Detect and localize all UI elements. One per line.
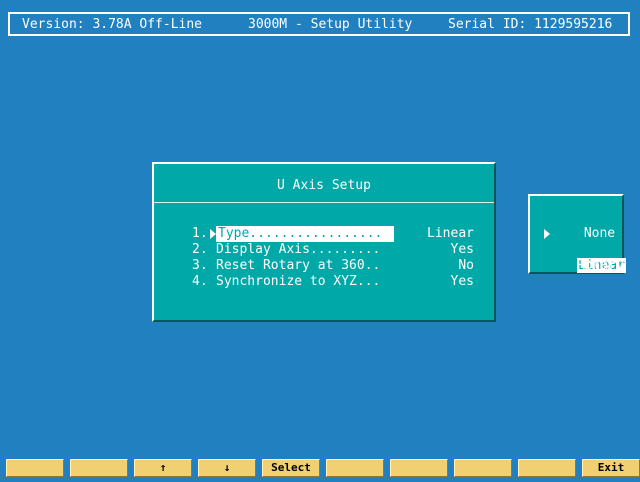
- fkey-6[interactable]: [326, 459, 384, 477]
- fkey-2[interactable]: [70, 459, 128, 477]
- setup-utility-screen: Version: 3.78A Off-Line 3000M - Setup Ut…: [0, 0, 640, 482]
- fkey-7[interactable]: [390, 459, 448, 477]
- option-number: 2.: [192, 242, 208, 257]
- option-number: 4.: [192, 274, 208, 289]
- function-key-bar: ↑ ↓ Select Exit: [6, 459, 640, 477]
- version-label: Version: 3.78A Off-Line: [22, 17, 203, 32]
- option-label: Reset Rotary at 360..: [216, 258, 381, 273]
- popup-item-linear[interactable]: Linear: [530, 226, 626, 273]
- u-axis-setup-dialog: U Axis Setup 1. Type................. Li…: [152, 162, 496, 322]
- up-arrow-button[interactable]: ↑: [134, 459, 192, 477]
- fkey-9[interactable]: [518, 459, 576, 477]
- header-bar: Version: 3.78A Off-Line 3000M - Setup Ut…: [8, 12, 630, 36]
- option-value: Yes: [450, 274, 474, 289]
- app-title: 3000M - Setup Utility: [248, 17, 413, 32]
- fkey-1[interactable]: [6, 459, 64, 477]
- fkey-8[interactable]: [454, 459, 512, 477]
- option-value: Linear: [427, 226, 474, 241]
- option-value: No: [458, 258, 474, 273]
- option-label: Type.................: [216, 226, 394, 242]
- option-type[interactable]: 1. Type................. Linear: [192, 226, 474, 242]
- dialog-title: U Axis Setup: [277, 178, 371, 193]
- option-number: 3.: [192, 258, 208, 273]
- dialog-divider: [154, 202, 494, 203]
- option-reset-rotary[interactable]: 3. Reset Rotary at 360.. No: [192, 258, 474, 274]
- select-button[interactable]: Select: [262, 459, 320, 477]
- option-number: 1.: [192, 226, 208, 241]
- option-label: Synchronize to XYZ...: [216, 274, 381, 289]
- option-value: Yes: [450, 242, 474, 257]
- selection-arrow-icon: [544, 229, 550, 239]
- down-arrow-button[interactable]: ↓: [198, 459, 256, 477]
- type-selector-popup: None Linear Rotary: [528, 194, 626, 274]
- popup-item-none[interactable]: None: [530, 210, 622, 241]
- serial-id-label: Serial ID: 1129595216: [448, 17, 613, 32]
- exit-button[interactable]: Exit: [582, 459, 640, 477]
- option-display-axis[interactable]: 2. Display Axis......... Yes: [192, 242, 474, 258]
- option-label: Display Axis.........: [216, 242, 381, 257]
- popup-item-label: Rotary: [576, 258, 624, 273]
- option-synchronize-xyz[interactable]: 4. Synchronize to XYZ... Yes: [192, 274, 474, 290]
- popup-item-rotary[interactable]: Rotary: [530, 242, 624, 273]
